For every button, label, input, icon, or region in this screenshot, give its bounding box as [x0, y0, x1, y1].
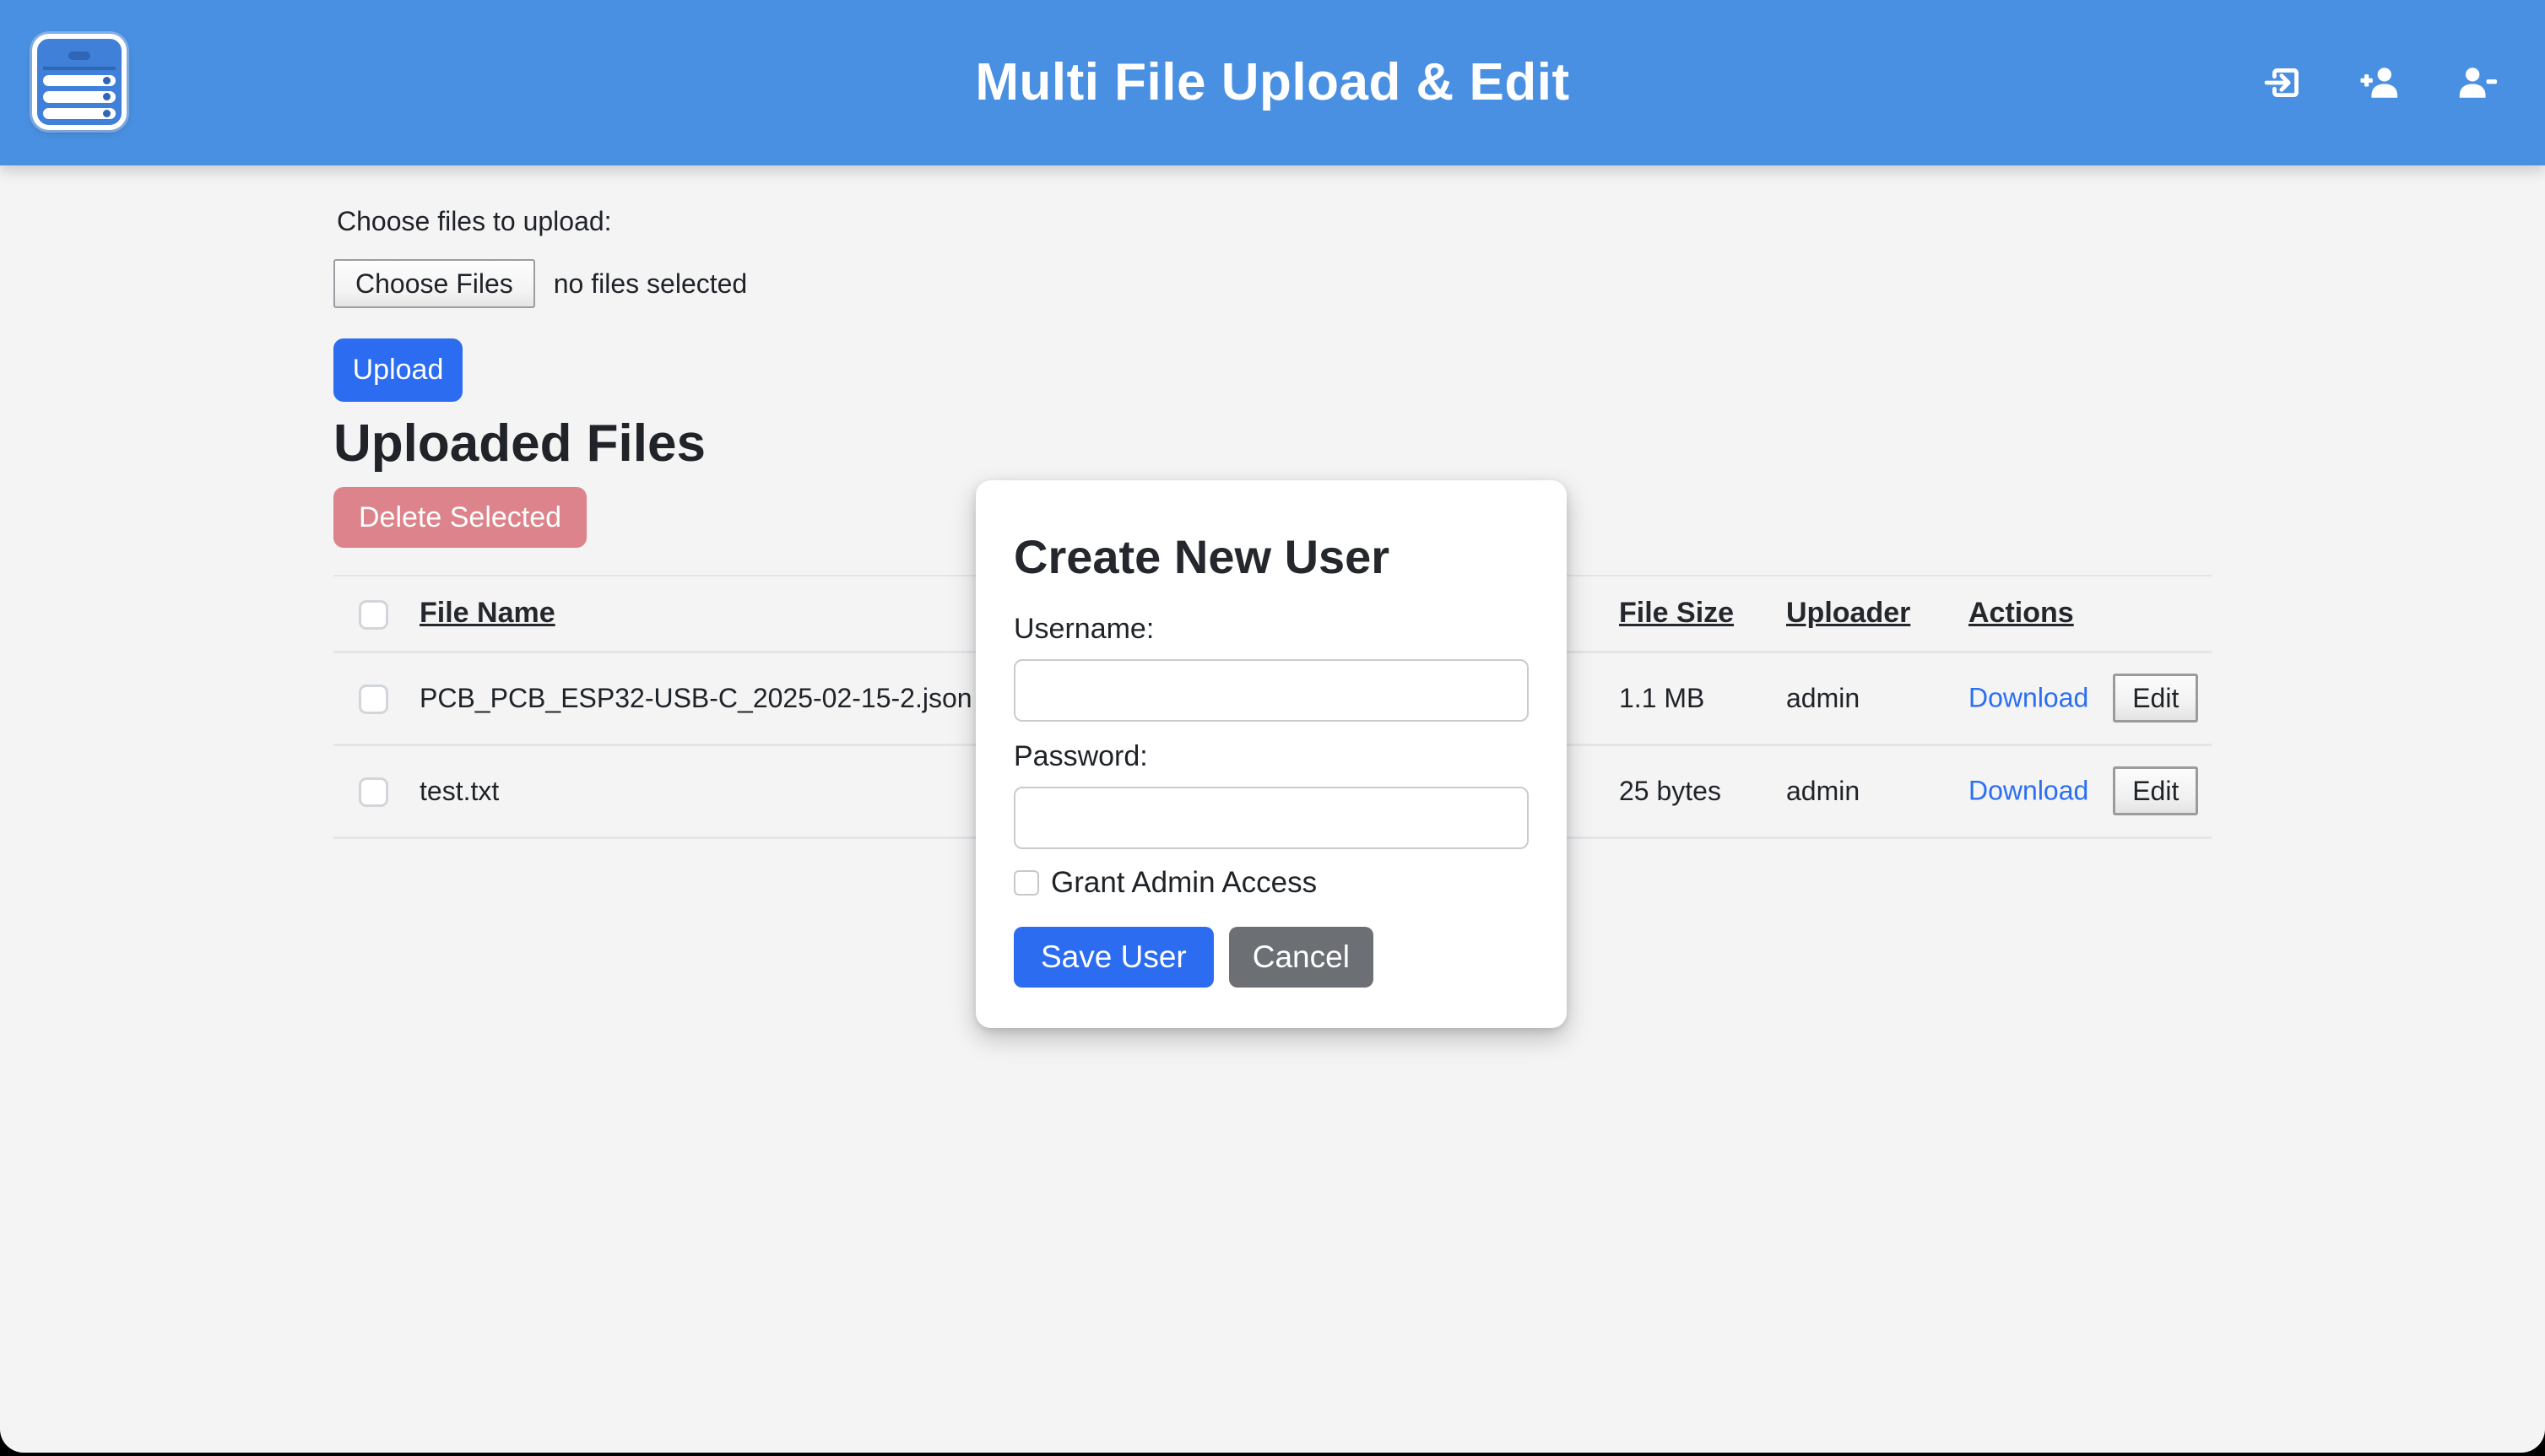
- row-checkbox[interactable]: [359, 777, 388, 807]
- logo-bar: [43, 75, 116, 86]
- column-header-uploader[interactable]: Uploader: [1786, 597, 1910, 629]
- logo-top-section: [43, 45, 116, 70]
- modal-buttons: Save User Cancel: [1014, 927, 1529, 988]
- column-header-file-name[interactable]: File Name: [420, 597, 555, 629]
- file-input: Choose Files no files selected: [333, 259, 2212, 308]
- logo-bar-dot: [103, 93, 111, 100]
- logo-pill: [68, 51, 90, 60]
- cancel-button[interactable]: Cancel: [1229, 927, 1373, 988]
- delete-selected-button[interactable]: Delete Selected: [333, 487, 587, 548]
- page-title: Multi File Upload & Edit: [0, 0, 2545, 165]
- uploader-cell: admin: [1786, 744, 1968, 837]
- page: Multi File Upload & Edit: [0, 0, 2545, 1453]
- logo-bar-dot: [103, 77, 111, 84]
- create-user-modal: Create New User Username: Password: Gran…: [976, 480, 1567, 1028]
- header-icons: [2263, 0, 2498, 165]
- password-label: Password:: [1014, 740, 1529, 773]
- grant-admin-checkbox[interactable]: [1014, 870, 1039, 896]
- column-header-file-size[interactable]: File Size: [1619, 597, 1734, 629]
- app-header: Multi File Upload & Edit: [0, 0, 2545, 165]
- download-link[interactable]: Download: [1968, 776, 2088, 806]
- uploader-cell: admin: [1786, 652, 1968, 744]
- edit-button[interactable]: Edit: [2113, 766, 2198, 815]
- uploaded-files-heading: Uploaded Files: [333, 414, 2212, 474]
- app-logo-icon: [32, 34, 127, 130]
- username-field[interactable]: [1014, 659, 1529, 722]
- logo-bar: [43, 108, 116, 119]
- logo-bar-dot: [103, 110, 111, 117]
- edit-button[interactable]: Edit: [2113, 674, 2198, 723]
- file-input-status: no files selected: [554, 268, 747, 300]
- person-add-icon[interactable]: [2359, 62, 2402, 104]
- select-all-checkbox[interactable]: [359, 600, 388, 630]
- person-remove-icon[interactable]: [2456, 62, 2498, 104]
- choose-files-button[interactable]: Choose Files: [333, 259, 535, 308]
- choose-files-label: Choose files to upload:: [337, 206, 2212, 237]
- column-header-actions[interactable]: Actions: [1968, 597, 2074, 629]
- row-checkbox[interactable]: [359, 685, 388, 714]
- download-link[interactable]: Download: [1968, 683, 2088, 713]
- upload-button[interactable]: Upload: [333, 338, 463, 402]
- logout-icon[interactable]: [2263, 62, 2305, 104]
- username-label: Username:: [1014, 613, 1529, 646]
- file-size-cell: 25 bytes: [1619, 744, 1786, 837]
- modal-title: Create New User: [1014, 529, 1529, 584]
- grant-admin-label: Grant Admin Access: [1051, 866, 1317, 900]
- save-user-button[interactable]: Save User: [1014, 927, 1214, 988]
- password-field[interactable]: [1014, 787, 1529, 849]
- logo-bar: [43, 91, 116, 102]
- file-size-cell: 1.1 MB: [1619, 652, 1786, 744]
- grant-admin-row: Grant Admin Access: [1014, 866, 1529, 900]
